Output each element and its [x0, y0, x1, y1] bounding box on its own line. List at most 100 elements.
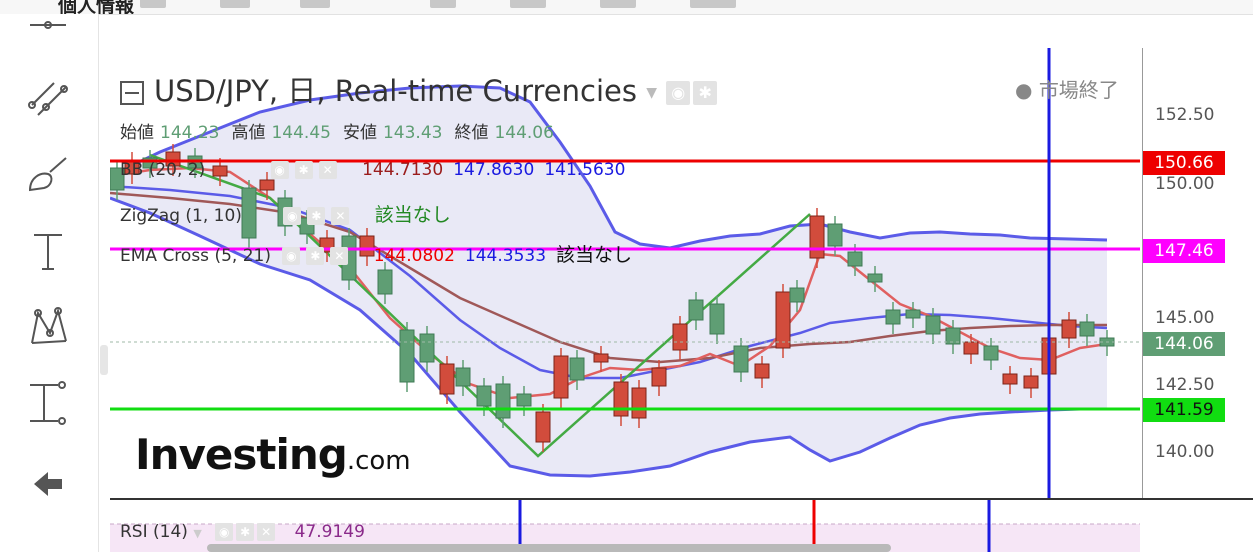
eye-icon[interactable]: ◉	[666, 81, 691, 105]
ema-slow-value: 144.3533	[464, 246, 547, 266]
zigzag-label: ZigZag (1, 10)	[120, 206, 242, 226]
back-arrow-icon[interactable]	[22, 459, 74, 509]
gear-icon[interactable]: ✱	[306, 247, 325, 265]
close-icon[interactable]: ✕	[331, 207, 350, 225]
symbol-label: USD/JPY	[154, 74, 269, 108]
candle-up	[709, 303, 725, 335]
gear-icon[interactable]	[430, 0, 456, 8]
close-icon[interactable]: ✕	[257, 523, 276, 541]
price-tick: 145.00	[1155, 308, 1215, 328]
candle-up	[419, 333, 435, 363]
chart-title: USD/JPY, 日, Real-time Currencies ▼ ◉ ✱	[120, 68, 720, 110]
candle-up	[733, 345, 749, 373]
zigzag-legend: ZigZag (1, 10) ◉ ✱ ✕ 該当なし	[120, 200, 457, 227]
gear-icon[interactable]: ✱	[307, 207, 326, 225]
high-label: 高値	[231, 123, 266, 143]
open-label: 始値	[120, 123, 154, 143]
measure-icon[interactable]	[22, 378, 74, 428]
eye-icon[interactable]: ◉	[270, 161, 289, 179]
trend-line-icon[interactable]	[22, 74, 74, 124]
candle-down	[439, 363, 455, 395]
candle-up	[516, 393, 532, 407]
eye-icon[interactable]: ◉	[283, 207, 302, 225]
candle-up	[827, 223, 843, 247]
market-status-text: 市場終了	[1038, 78, 1119, 102]
gear-icon[interactable]: ✱	[693, 81, 718, 105]
candle-down	[1002, 373, 1018, 385]
candle-down	[963, 341, 979, 355]
bb-legend: BB (20, 2) ◉ ✱ ✕ 144.7130 147.8630 141.5630	[120, 160, 631, 180]
candle-down	[672, 323, 688, 351]
ohlc-legend: 始値 144.23 高値 144.45 安値 143.43 終値 144.06	[120, 118, 560, 143]
toolbar-icon[interactable]	[510, 0, 546, 8]
close-label: 終値	[454, 123, 489, 143]
candle-up	[847, 251, 863, 267]
drawing-toolbar	[0, 14, 99, 552]
pattern-icon[interactable]	[22, 302, 74, 352]
candle-up	[885, 309, 901, 325]
candle-up	[455, 367, 471, 387]
price-tick: 152.50	[1155, 105, 1215, 125]
zigzag-value: 該当なし	[374, 204, 451, 226]
candle-up	[377, 269, 393, 295]
candle-up	[867, 273, 883, 283]
candle-down	[613, 381, 629, 417]
candle-down	[631, 387, 647, 419]
collapse-legend-icon[interactable]	[120, 81, 144, 105]
price-tick: 142.50	[1155, 375, 1215, 395]
brush-icon[interactable]	[22, 149, 74, 199]
open-value: 144.23	[160, 123, 220, 143]
toolbar-icon[interactable]	[140, 0, 166, 8]
chevron-down-icon[interactable]: ▼	[646, 85, 657, 101]
price-tag-last: 144.06	[1143, 332, 1225, 356]
candle-down	[1061, 319, 1077, 339]
toolbar-icon[interactable]	[600, 0, 636, 8]
text-icon[interactable]	[22, 226, 74, 276]
candle-up	[495, 383, 511, 419]
bb-upper-value: 147.8630	[453, 160, 535, 180]
bb-middle-value: 144.7130	[362, 160, 444, 180]
sidebar-collapse-handle[interactable]	[100, 345, 108, 375]
status-dot-icon: ●	[1015, 78, 1033, 102]
candle-up	[399, 329, 415, 383]
gear-icon[interactable]: ✱	[236, 523, 255, 541]
candle-down	[809, 215, 825, 259]
price-tag-green: 141.59	[1143, 398, 1225, 422]
toolbar-icon[interactable]	[300, 0, 330, 8]
source-label: Real-time Currencies	[334, 74, 637, 108]
rsi-legend: RSI (14) ▼ ◉ ✱ ✕ 47.9149	[120, 522, 365, 542]
ema-label: EMA Cross (5, 21)	[120, 246, 271, 266]
price-tag-red: 150.66	[1143, 151, 1225, 175]
price-axis[interactable]: 152.50 150.00 145.00 142.50 140.00 150.6…	[1142, 48, 1253, 498]
bb-label: BB (20, 2)	[120, 160, 206, 180]
close-icon[interactable]: ✕	[318, 161, 337, 179]
candle-up	[569, 357, 585, 381]
candle-up	[983, 345, 999, 361]
candle-down	[1023, 375, 1039, 389]
candle-down	[259, 179, 275, 191]
investing-logo: Investing.com	[135, 430, 411, 479]
low-label: 安値	[342, 123, 377, 143]
top-bar: 個人情報	[0, 0, 1253, 15]
low-value: 143.43	[382, 123, 443, 143]
ema-fast-value: 144.0802	[373, 246, 455, 266]
chevron-down-icon[interactable]: ▼	[193, 527, 201, 540]
candle-up	[476, 385, 492, 407]
candle-up	[905, 309, 921, 319]
candle-down	[535, 411, 551, 443]
gear-icon[interactable]: ✱	[294, 161, 313, 179]
eye-icon[interactable]: ◉	[215, 523, 234, 541]
rsi-value: 47.9149	[294, 522, 365, 542]
candle-up	[1079, 321, 1095, 337]
logo-suffix: .com	[346, 446, 411, 476]
price-tick: 150.00	[1155, 174, 1215, 194]
toolbar-icon[interactable]	[220, 0, 250, 8]
eye-icon[interactable]: ◉	[282, 247, 301, 265]
toolbar-icon[interactable]	[690, 0, 736, 8]
horizontal-scrollbar[interactable]	[207, 544, 891, 552]
crosshair-icon[interactable]	[22, 0, 74, 50]
close-value: 144.06	[494, 123, 554, 143]
bb-lower-value: 141.5630	[544, 160, 626, 180]
candle-down	[553, 355, 569, 399]
close-icon[interactable]: ✕	[330, 247, 349, 265]
